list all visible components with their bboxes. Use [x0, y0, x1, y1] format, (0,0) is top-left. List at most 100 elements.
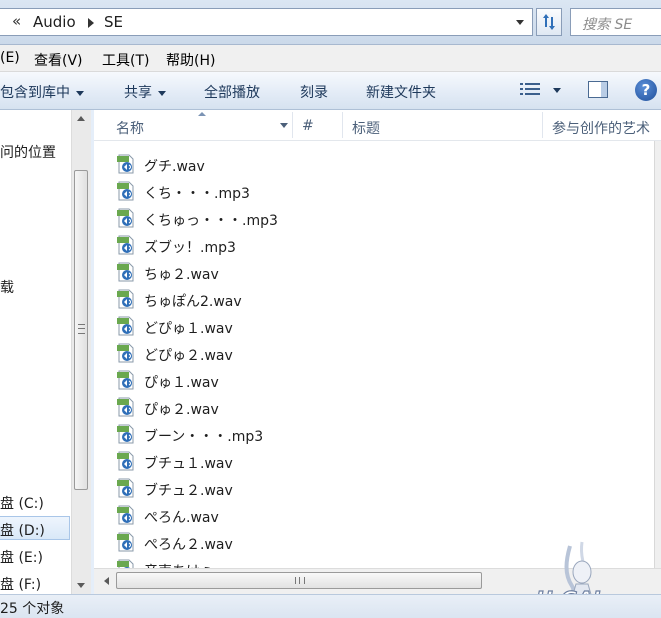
file-name: ズブッ！.mp3	[144, 240, 236, 256]
file-name: ぴゅ１.wav	[144, 375, 219, 391]
menu-edit[interactable]: (E)	[0, 50, 20, 66]
wav-file-icon	[117, 478, 134, 498]
file-row[interactable]: どぴゅ１.wav	[94, 313, 554, 340]
file-row[interactable]: ぴゅ１.wav	[94, 367, 554, 394]
file-row[interactable]: ズブッ！.mp3	[94, 232, 554, 259]
command-toolbar: 包含到库中 共享 全部播放 刻录 新建文件夹 ?	[0, 72, 661, 110]
file-row[interactable]: ぺろん.wav	[94, 502, 554, 529]
scroll-left-icon[interactable]	[104, 577, 109, 585]
column-header-number[interactable]: #	[302, 118, 314, 134]
navigation-scroll-thumb[interactable]	[74, 170, 88, 490]
file-list-vertical-scrollbar[interactable]	[654, 141, 661, 568]
file-row[interactable]: くちゅっ・・・.mp3	[94, 205, 554, 232]
file-row[interactable]: ぺろん２.wav	[94, 529, 554, 556]
status-bar: 25 个对象	[0, 594, 661, 618]
nav-item-recent-places[interactable]: 问的位置	[0, 142, 56, 162]
nav-item-drive-f[interactable]: 盘 (F:)	[0, 574, 41, 594]
wav-file-icon	[117, 451, 134, 471]
menu-tools[interactable]: 工具(T)	[102, 50, 149, 70]
breadcrumb-audio[interactable]: Audio	[33, 13, 76, 31]
mp3-file-icon	[117, 424, 134, 444]
file-name: ブーン・・・.mp3	[144, 429, 264, 445]
file-row[interactable]: 音声あけぇ.wav	[94, 556, 554, 568]
file-row[interactable]: ちゅぽん2.wav	[94, 286, 554, 313]
file-row[interactable]: ブーン・・・.mp3	[94, 421, 554, 448]
breadcrumb-separator-arrow-icon[interactable]	[88, 18, 94, 28]
wav-file-icon	[117, 505, 134, 525]
file-name: ちゅ２.wav	[144, 267, 219, 283]
menu-help[interactable]: 帮助(H)	[166, 50, 215, 70]
preview-pane-icon[interactable]	[588, 81, 608, 98]
scroll-down-icon[interactable]	[77, 583, 85, 588]
chevron-down-icon	[158, 90, 166, 96]
wav-file-icon	[117, 559, 134, 568]
column-divider[interactable]	[542, 112, 543, 138]
wav-file-icon	[117, 370, 134, 390]
nav-item-downloads[interactable]: 载	[0, 277, 14, 297]
file-name: ブチュ２.wav	[144, 483, 233, 499]
file-name: グチ.wav	[144, 159, 205, 175]
column-filter-dropdown-icon[interactable]	[280, 123, 288, 128]
share-button[interactable]: 共享	[124, 82, 166, 102]
nav-item-drive-e[interactable]: 盘 (E:)	[0, 547, 43, 567]
file-row[interactable]: どぴゅ２.wav	[94, 340, 554, 367]
file-row[interactable]: ブチュ１.wav	[94, 448, 554, 475]
address-history-dropdown-icon[interactable]	[516, 20, 524, 25]
file-row[interactable]: くち・・・.mp3	[94, 178, 554, 205]
column-header-contributing-artists[interactable]: 参与创作的艺术	[552, 118, 650, 138]
breadcrumb-se[interactable]: SE	[104, 13, 123, 31]
include-in-library-button[interactable]: 包含到库中	[0, 82, 84, 102]
column-divider[interactable]	[342, 112, 343, 138]
search-input[interactable]: 搜索 SE	[570, 8, 661, 36]
file-row[interactable]: ブチュ２.wav	[94, 475, 554, 502]
file-name: ぺろん.wav	[144, 510, 219, 526]
file-name: くちゅっ・・・.mp3	[144, 213, 278, 229]
column-header-name[interactable]: 名称	[116, 118, 144, 138]
wav-file-icon	[117, 154, 134, 174]
view-details-icon[interactable]	[520, 82, 540, 97]
file-name: ぺろん２.wav	[144, 537, 233, 553]
file-row[interactable]: ぴゅ２.wav	[94, 394, 554, 421]
help-icon[interactable]: ?	[635, 79, 657, 101]
share-label: 共享	[124, 85, 152, 101]
search-placeholder: 搜索 SE	[582, 17, 633, 33]
file-name: くち・・・.mp3	[144, 186, 250, 202]
refresh-button[interactable]	[536, 8, 562, 36]
file-row[interactable]: グチ.wav	[94, 151, 554, 178]
file-name: どぴゅ１.wav	[144, 321, 233, 337]
wav-file-icon	[117, 316, 134, 336]
file-name: ブチュ１.wav	[144, 456, 233, 472]
new-folder-button[interactable]: 新建文件夹	[366, 82, 436, 102]
file-name: ぴゅ２.wav	[144, 402, 219, 418]
mp3-file-icon	[117, 181, 134, 201]
column-header-title[interactable]: 标题	[352, 118, 380, 138]
file-name: ちゅぽん2.wav	[144, 294, 242, 310]
object-count: 25 个对象	[0, 601, 65, 617]
wav-file-icon	[117, 262, 134, 282]
column-divider[interactable]	[292, 112, 293, 138]
horizontal-scroll-thumb[interactable]	[116, 572, 482, 589]
play-all-button[interactable]: 全部播放	[204, 82, 260, 102]
wav-file-icon	[117, 397, 134, 417]
chevron-down-icon	[76, 90, 84, 96]
navigation-scrollbar[interactable]	[71, 110, 91, 594]
file-row[interactable]: ちゅ２.wav	[94, 259, 554, 286]
nav-item-drive-d[interactable]: 盘 (D:)	[0, 520, 45, 540]
nav-item-drive-c[interactable]: 盘 (C:)	[0, 493, 44, 513]
refresh-icon	[543, 14, 555, 30]
column-headers: 名称 # 标题 参与创作的艺术	[94, 110, 661, 141]
scroll-up-icon[interactable]	[77, 116, 85, 121]
file-name: どぴゅ２.wav	[144, 348, 233, 364]
address-bar-area: « Audio SE 搜索 SE	[0, 0, 661, 45]
burn-button[interactable]: 刻录	[300, 82, 328, 102]
file-list: グチ.wav くち・・・.mp3 くちゅっ・・・.mp3 ズブッ！.mp3 ちゅ２.wa…	[94, 141, 654, 568]
address-bar[interactable]: « Audio SE	[0, 8, 533, 36]
file-name: 音声あけぇ.wav	[144, 561, 247, 568]
menu-bar: (E) 查看(V) 工具(T) 帮助(H)	[0, 45, 661, 72]
include-in-library-label: 包含到库中	[0, 85, 70, 101]
sort-ascending-icon	[198, 112, 206, 116]
wav-file-icon	[117, 532, 134, 552]
view-options-dropdown-icon[interactable]	[553, 88, 561, 93]
menu-view[interactable]: 查看(V)	[34, 50, 83, 70]
overflow-chevron[interactable]: «	[12, 12, 21, 30]
